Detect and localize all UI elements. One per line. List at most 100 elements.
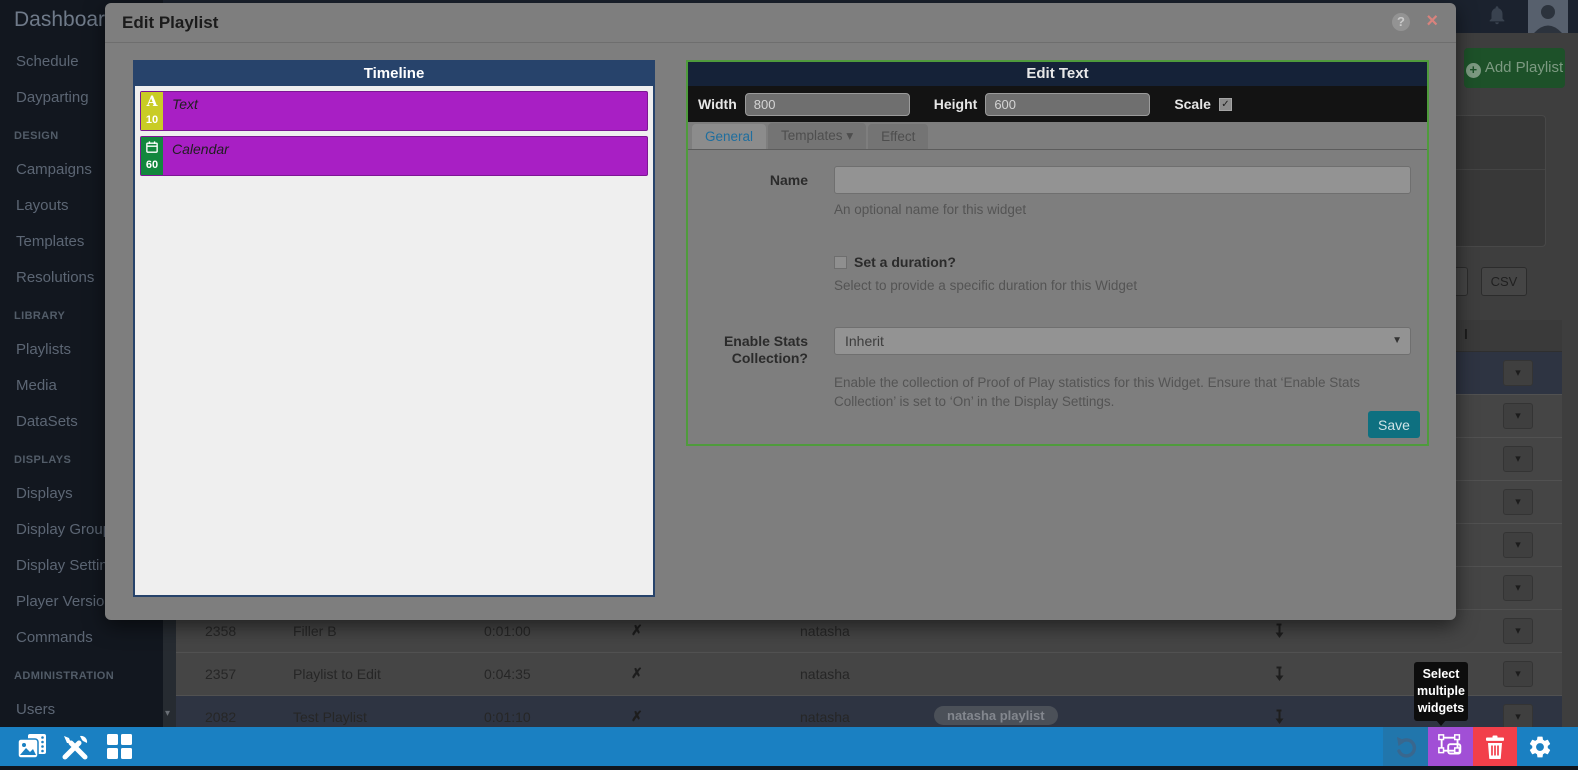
delete-button[interactable] [1473,727,1517,766]
chevron-down-icon: ▾ [1515,453,1521,465]
set-duration-label: Set a duration? [854,254,956,270]
chevron-down-icon: ▾ [1515,367,1521,379]
edit-text-form: Name An optional name for this widget Se… [688,150,1427,412]
sidebar-item-commands[interactable]: Commands [0,620,163,656]
plus-icon: + [1466,63,1481,78]
row-menu-button[interactable]: ▾ [1503,360,1533,386]
settings-button[interactable] [1517,727,1562,766]
trash-icon [1484,735,1506,759]
height-label: Height [934,96,978,112]
set-duration-checkbox[interactable] [834,256,847,269]
dimensions-bar: Width Height Scale ✓ [688,86,1427,122]
arrow-down-icon [1274,709,1285,728]
playlist-owner: natasha [800,623,850,639]
grid-icon[interactable] [106,733,133,765]
row-menu-button[interactable]: ▾ [1503,575,1533,601]
row-menu-button[interactable]: ▾ [1503,618,1533,644]
playlist-name: Filler B [293,623,337,639]
playlist-owner: natasha [800,709,850,725]
settings-gear-icon [1527,734,1553,760]
timeline-widget-calendar[interactable]: 60 Calendar [140,136,648,176]
select-multiple-widgets-button[interactable] [1428,727,1473,766]
select-multiple-icon [1437,733,1465,761]
chevron-down-icon: ▾ [1515,410,1521,422]
user-avatar[interactable] [1528,0,1568,33]
timeline-widget-text[interactable]: A 10 Text [140,91,648,131]
playlist-id: 2082 [205,709,236,725]
x-icon: ✗ [631,708,643,725]
undo-icon [1394,735,1418,759]
row-menu-button[interactable]: ▾ [1503,446,1533,472]
height-input[interactable] [985,93,1150,116]
text-widget-icon: A 10 [141,92,163,130]
tools-icon[interactable] [61,733,90,766]
arrow-down-icon [1274,666,1285,685]
add-playlist-button[interactable]: +Add Playlist [1464,48,1565,88]
x-icon: ✗ [631,622,643,639]
timeline-panel: Timeline A 10 Text 60 Calendar [133,60,655,597]
tab-effect[interactable]: Effect [868,124,928,149]
modal-title: Edit Playlist [122,13,218,33]
chevron-down-icon: ▾ [1515,539,1521,551]
tab-general[interactable]: General [692,124,766,149]
calendar-widget-icon: 60 [141,137,163,175]
save-button[interactable]: Save [1368,411,1420,438]
modal-header: Edit Playlist ? × [105,3,1456,43]
row-menu-button[interactable]: ▾ [1503,661,1533,687]
chevron-down-icon: ▾ [846,128,853,143]
help-icon[interactable]: ? [1392,13,1410,31]
set-duration-row: Set a duration? [834,254,1427,270]
sidebar-section-administration: ADMINISTRATION [0,656,163,692]
toolbar-bottom-strip [0,766,1578,770]
chevron-down-icon: ▾ [1515,711,1521,723]
stats-collection-value: Inherit [845,333,884,349]
timeline-panel-title: Timeline [135,62,653,86]
csv-button[interactable]: CSV [1481,267,1527,296]
widget-duration: 60 [141,158,163,173]
scale-label: Scale [1174,96,1211,112]
stats-collection-help-text: Enable the collection of Proof of Play s… [834,373,1411,412]
select-multiple-widgets-tooltip: Select multiple widgets [1414,662,1468,721]
name-input[interactable] [834,166,1411,194]
row-menu-button[interactable]: ▾ [1503,403,1533,429]
table-header-partial-label: l [1464,326,1468,342]
playlist-name: Playlist to Edit [293,666,381,682]
edit-text-panel-title: Edit Text [688,62,1427,86]
width-input[interactable] [745,93,910,116]
sidebar-item-users[interactable]: Users [0,692,163,728]
playlist-tag-badge: natasha playlist [934,706,1058,725]
playlist-name: Test Playlist [293,709,367,725]
width-label: Width [698,96,737,112]
close-icon[interactable]: × [1426,10,1438,33]
playlist-duration: 0:04:35 [484,666,531,682]
widget-label: Text [172,96,198,112]
x-icon: ✗ [631,665,643,682]
widget-duration: 10 [141,113,163,128]
notifications-bell-icon[interactable] [1486,3,1508,27]
table-row-2357[interactable]: 2357 Playlist to Edit 0:04:35 ✗ natasha … [176,653,1562,696]
row-menu-button[interactable]: ▾ [1503,489,1533,515]
scale-checkbox[interactable]: ✓ [1219,98,1232,111]
chevron-down-icon: ▼ [1392,328,1402,354]
undo-button[interactable] [1383,727,1428,766]
edit-text-tabs: General Templates ▾ Effect [688,122,1427,150]
arrow-down-icon [1274,623,1285,642]
playlist-owner: natasha [800,666,850,682]
playlist-duration: 0:01:00 [484,623,531,639]
set-duration-help-text: Select to provide a specific duration fo… [834,276,1411,296]
chevron-down-icon: ▾ [1515,668,1521,680]
row-menu-button[interactable]: ▾ [1503,532,1533,558]
name-label: Name [698,166,808,194]
tab-templates[interactable]: Templates ▾ [768,123,866,149]
playlist-editor-toolbar [0,727,1578,766]
playlist-id: 2357 [205,666,236,682]
playlist-id: 2358 [205,623,236,639]
scroll-down-icon[interactable]: ▾ [165,708,170,719]
stats-collection-select[interactable]: Inherit ▼ [834,327,1411,355]
playlist-duration: 0:01:10 [484,709,531,725]
chevron-down-icon: ▾ [1515,496,1521,508]
media-library-icon[interactable] [16,733,48,765]
stats-collection-label: Enable Stats Collection? [698,327,808,367]
name-help-text: An optional name for this widget [834,200,1411,220]
edit-playlist-modal: Edit Playlist ? × Timeline A 10 Text 60 … [105,3,1456,620]
